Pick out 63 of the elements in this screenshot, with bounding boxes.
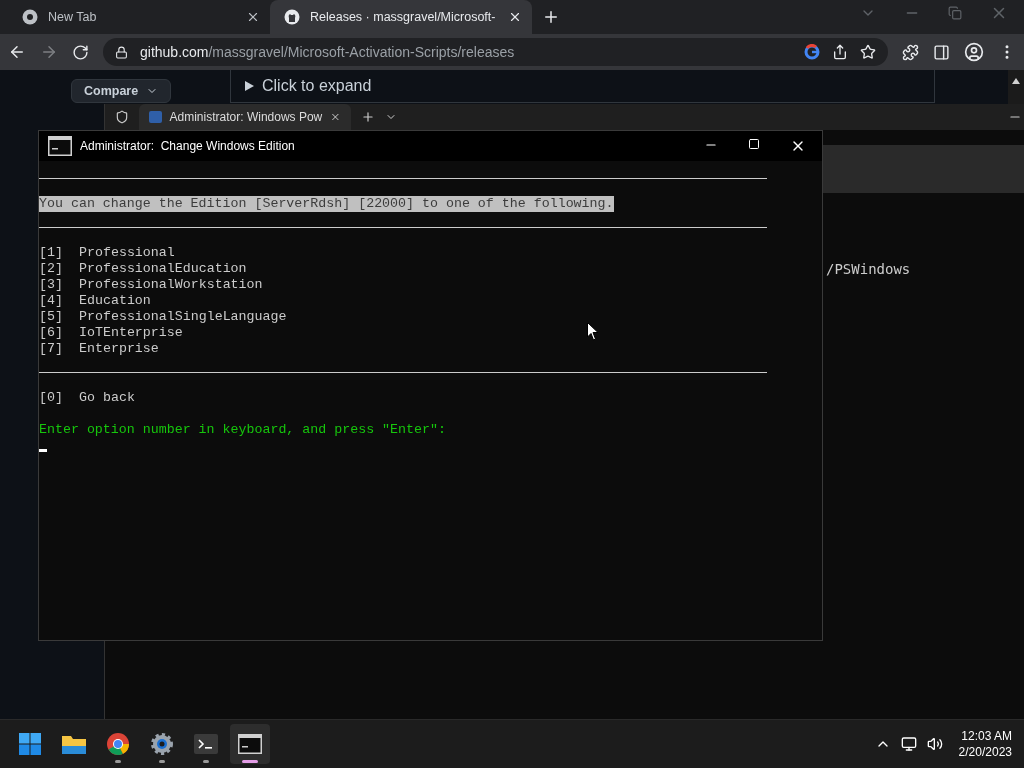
github-icon [284,9,300,25]
profile-icon[interactable] [964,42,984,62]
option-label: Education [79,293,151,309]
triangle-right-icon [245,81,254,91]
clock-date: 2/20/2023 [958,744,1012,760]
back-icon[interactable] [8,43,26,61]
network-icon[interactable] [900,736,917,752]
extensions-icon[interactable] [902,43,919,61]
clock-time: 12:03 AM [961,728,1012,744]
new-tab-icon[interactable] [542,8,560,26]
maximize-icon[interactable] [748,138,760,150]
option-label: ProfessionalEducation [79,261,247,277]
share-icon[interactable] [832,44,848,60]
shield-icon[interactable] [115,110,129,124]
option-number: [4] [39,293,64,309]
reload-icon[interactable] [72,43,89,61]
scroll-up-icon[interactable] [1012,78,1020,84]
option-number: [6] [39,325,64,341]
terminal-icon [194,734,218,754]
window-title: Administrator: Change Windows Edition [80,139,296,153]
expand-toggle[interactable]: Click to expand [230,70,935,103]
browser-tab[interactable]: Releases · massgravel/Microsoft- [270,0,532,34]
taskbar-app[interactable] [230,724,270,764]
chrome-icon [22,9,38,25]
console-icon [238,734,262,754]
option-number: [5] [39,309,64,325]
compare-button[interactable]: Compare [71,79,172,103]
option-label: ProfessionalWorkstation [79,277,263,293]
option-label: Professional [79,245,175,261]
mouse-pointer-icon [587,322,599,341]
option-number: [0] [39,390,64,406]
forward-icon[interactable] [40,43,58,61]
address-bar[interactable]: github.com/massgravel/Microsoft-Activation-Scripts/releases [103,38,888,66]
restore-icon[interactable] [948,6,962,20]
scrollbar[interactable] [1008,70,1024,104]
new-tab-icon[interactable] [361,110,375,124]
option-label: Enterprise [79,341,159,357]
close-icon[interactable] [246,10,260,24]
volume-icon[interactable] [926,736,943,752]
terminal-output: /PSWindows [826,261,911,277]
option-number: [7] [39,341,64,357]
prompt-text: Enter option number in keyboard, and press "Enter": [39,422,446,438]
terminal-tab[interactable]: Administrator: Windows Pow [139,104,351,130]
text-cursor [39,449,47,452]
chrome-icon [106,732,130,756]
option-number: [1] [39,245,64,261]
option-number: [2] [39,261,64,277]
browser-tab[interactable]: New Tab [8,0,270,34]
option-number: [3] [39,277,64,293]
google-icon[interactable] [804,44,820,60]
folder-icon [61,733,87,755]
highlighted-text: You can change the Edition [ServerRdsh] [22000] to one of the following. [39,196,614,212]
gear-icon [150,732,174,756]
option-label: Go back [79,390,135,406]
lock-icon [115,45,128,59]
option-label: IoTEnterprise [79,325,183,341]
console-icon [48,136,72,156]
powershell-icon [149,111,162,123]
star-icon[interactable] [860,44,876,60]
side-panel-icon[interactable] [933,43,950,61]
close-icon[interactable] [508,10,522,24]
option-label: ProfessionalSingleLanguage [79,309,287,325]
windows-logo-icon [18,732,42,756]
